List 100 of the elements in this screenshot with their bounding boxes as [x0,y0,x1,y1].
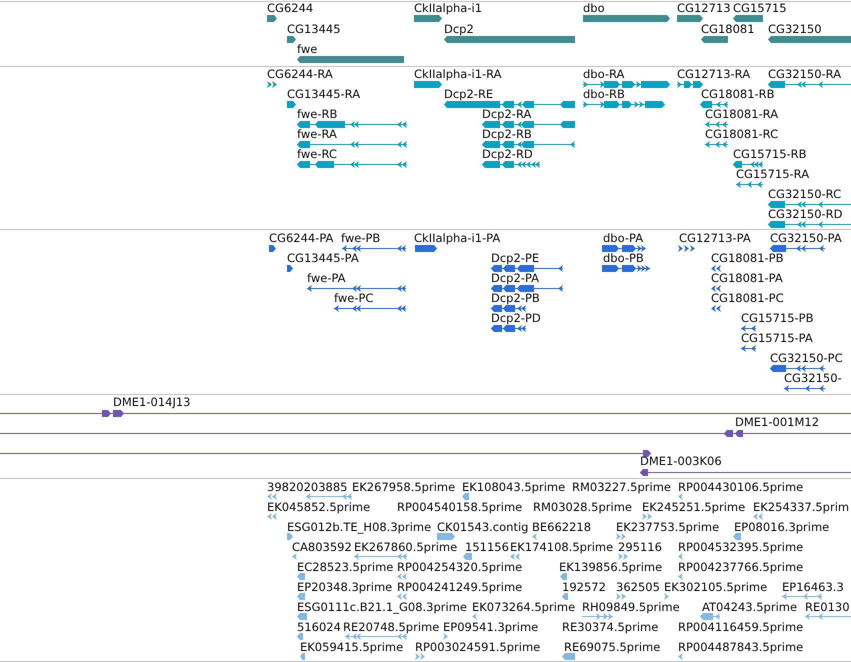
feature-label: fwe-PB [341,232,380,245]
feature-label: CG32150-RA [768,68,842,81]
feature-label: fwe-PC [334,292,374,305]
feature-label: CkIIalpha-i1 [414,2,482,15]
feature-label: CG18081-PC [711,292,784,305]
feature-label: EP08016.3prime [734,521,830,534]
feature-label: Dcp2-RB [482,128,532,141]
feature-label: RE0130 [805,601,850,614]
feature-label: CG6244-PA [269,232,334,245]
feature-label: 362505 [616,581,660,594]
feature-label: EK174108.5prime [510,541,614,554]
feature-label: CA803592 [292,541,352,554]
feature-label: EK267860.5prime [354,541,458,554]
feature-label: Dcp2-PD [491,312,541,325]
feature-label: RE69075.5prime [564,641,660,654]
feature-label: CG6244-RA [267,68,333,81]
feature-label: CG32150-RC [768,188,842,201]
feature-label: fwe [297,43,318,56]
feature-label: EK245251.5prime [642,501,746,514]
feature-label: CG15715-PA [741,332,813,345]
feature-label: dbo [583,2,605,15]
feature-label: EK237753.5prime [616,521,720,534]
feature-label: CG13445-PA [287,252,359,265]
feature-label: Dcp2-PA [491,272,540,285]
feature-label: EK045852.5prime [267,501,370,514]
feature-label: dbo-RA [583,68,624,81]
feature-label: 295116 [618,541,662,554]
feature-label: RP004241249.5prime [397,581,522,594]
feature-label: EC28523.5prime [297,561,394,574]
feature-label: EK267958.5prime [352,481,456,494]
feature-label: 192572 [562,581,606,594]
feature-label: Dcp2-RA [482,108,532,121]
feature-label: DME1-014J13 [113,396,190,409]
feature-label: CG18081-PA [711,272,783,285]
feature-label: CG12713 [677,2,731,15]
feature-label: EK254337.5prim [753,501,850,514]
feature-label: RE30374.5prime [562,621,658,634]
feature-label: CG32150- [784,372,842,385]
feature-label: CK01543.contig [437,521,528,534]
feature-label: AT04243.5prime [702,601,798,614]
feature-label: RP004430106.5prime [678,481,804,494]
feature-label: RP004540158.5prime [397,501,522,514]
feature-label: RP004116459.5prime [678,621,804,634]
feature-label: CG13445-RA [287,88,360,101]
feature-label: CG12713-PA [679,232,751,245]
feature-label: RP004237766.5prime [678,561,804,574]
feature-label: ESG0111c.B21.1_G08.3prime [297,601,467,614]
feature-label: CG12713-RA [677,68,750,81]
feature-label: EP09541.3prime [443,621,538,634]
feature-label: fwe-PA [307,272,346,285]
feature-label: fwe-RC [297,148,337,161]
feature-label: ESG012b.TE_H08.3prime [287,521,432,534]
feature-label: BE662218 [532,521,592,534]
feature-label: CG6244 [267,2,314,15]
feature-label: 151156 [465,541,509,554]
feature-label: CG18081-RC [705,128,778,141]
feature-label: Dcp2-PE [491,252,540,265]
feature-label: Dcp2-PB [491,292,540,305]
feature-label: CG32150-PC [770,352,843,365]
feature-label: CG13445 [287,23,341,36]
feature-label: CG15715-RA [736,168,810,181]
feature-label: RM03028.5prime [533,501,632,514]
feature-label: Dcp2 [444,23,474,36]
feature-label: CG15715-PB [741,312,814,325]
feature-label: RM03227.5prime [572,481,671,494]
feature-label: fwe-RA [297,128,337,141]
feature-label: DME1-001M12 [735,416,820,429]
feature-label: RP003024591.5prime [415,641,540,654]
feature-label: EP20348.3prime [297,581,392,594]
feature-label: EK073264.5prime [472,601,576,614]
feature-label: DME1-003K06 [640,455,722,468]
feature-label: EK059415.5prime [300,641,404,654]
feature-label: dbo-PB [603,252,644,265]
feature-label: EK302105.5prime [664,581,768,594]
feature-label: 39820203885 [267,481,348,494]
feature-label: CG15715-RB [733,148,807,161]
feature-label: CG18081 [701,23,755,36]
feature-label: CG18081-PB [711,252,784,265]
feature-label: CG18081-RA [705,108,778,121]
feature-label: dbo-RB [583,88,625,101]
feature-label: CG18081-RB [701,88,775,101]
feature-label: dbo-PA [603,232,644,245]
feature-label: EK139856.5prime [559,561,662,574]
feature-label: CkIIalpha-i1-RA [414,68,502,81]
feature-label: Dcp2-RD [482,148,533,161]
feature-label: CG32150-RD [768,208,843,221]
feature-label: Dcp2-RE [444,88,494,101]
feature-label: CG32150 [768,23,822,36]
feature-label: RP004254320.5prime [397,561,522,574]
feature-label: CkIIalpha-i1-PA [414,232,500,245]
feature-label: RE20748.5prime [343,621,440,634]
feature-label: EK108043.5prime [462,481,566,494]
feature-label: RP004487843.5prime [678,641,804,654]
feature-label: CG15715 [733,2,787,15]
feature-label: fwe-RB [297,108,338,121]
feature-label: EP16463.3 [782,581,844,594]
feature-label: CG32150-PA [770,232,842,245]
feature-label: 516024 [297,621,341,634]
feature-label: RP004532395.5prime [678,541,804,554]
feature-label: RH09849.5prime [582,601,680,614]
